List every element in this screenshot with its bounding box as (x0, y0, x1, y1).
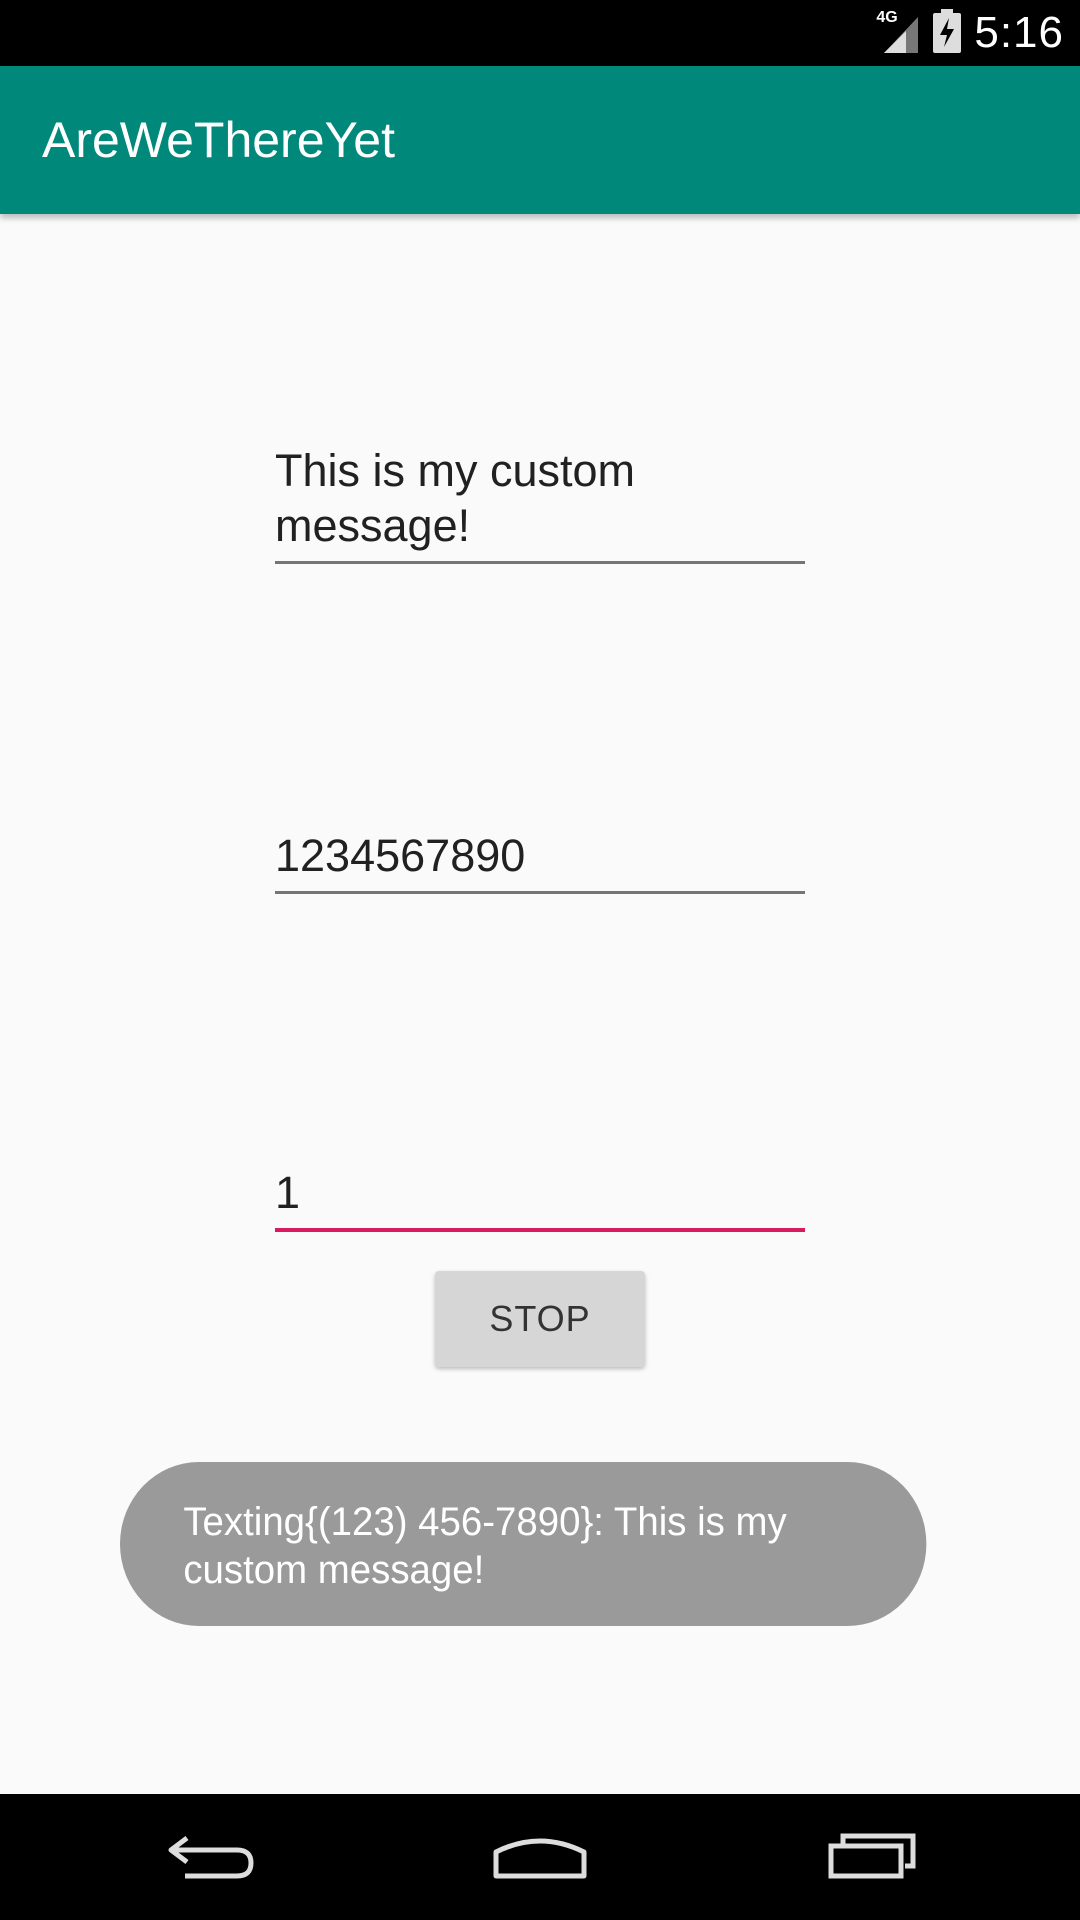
phone-number-field[interactable]: 1234567890 (275, 828, 805, 894)
battery-charging-icon (932, 9, 962, 57)
app-bar: AreWeThereYet (0, 66, 1080, 214)
back-icon (165, 1830, 255, 1884)
clock: 5:16 (974, 8, 1064, 57)
toast-message: Texting{(123) 456-7890}: This is my cust… (120, 1462, 927, 1626)
signal-icon: 4G (876, 9, 920, 55)
recents-icon (827, 1830, 917, 1884)
back-button[interactable] (110, 1794, 310, 1920)
status-icons: 4G 5:16 (876, 0, 1064, 66)
network-type: 4G (876, 9, 898, 26)
app-title: AreWeThereYet (42, 112, 395, 168)
home-icon (490, 1830, 590, 1884)
status-bar: 4G 5:16 (0, 0, 1080, 66)
recents-button[interactable] (772, 1794, 972, 1920)
interval-field[interactable]: 1 (275, 1165, 805, 1232)
navigation-bar (0, 1794, 1080, 1920)
stop-button[interactable]: STOP (435, 1271, 645, 1367)
home-button[interactable] (440, 1794, 640, 1920)
message-field[interactable]: This is my custom message! (275, 443, 805, 564)
